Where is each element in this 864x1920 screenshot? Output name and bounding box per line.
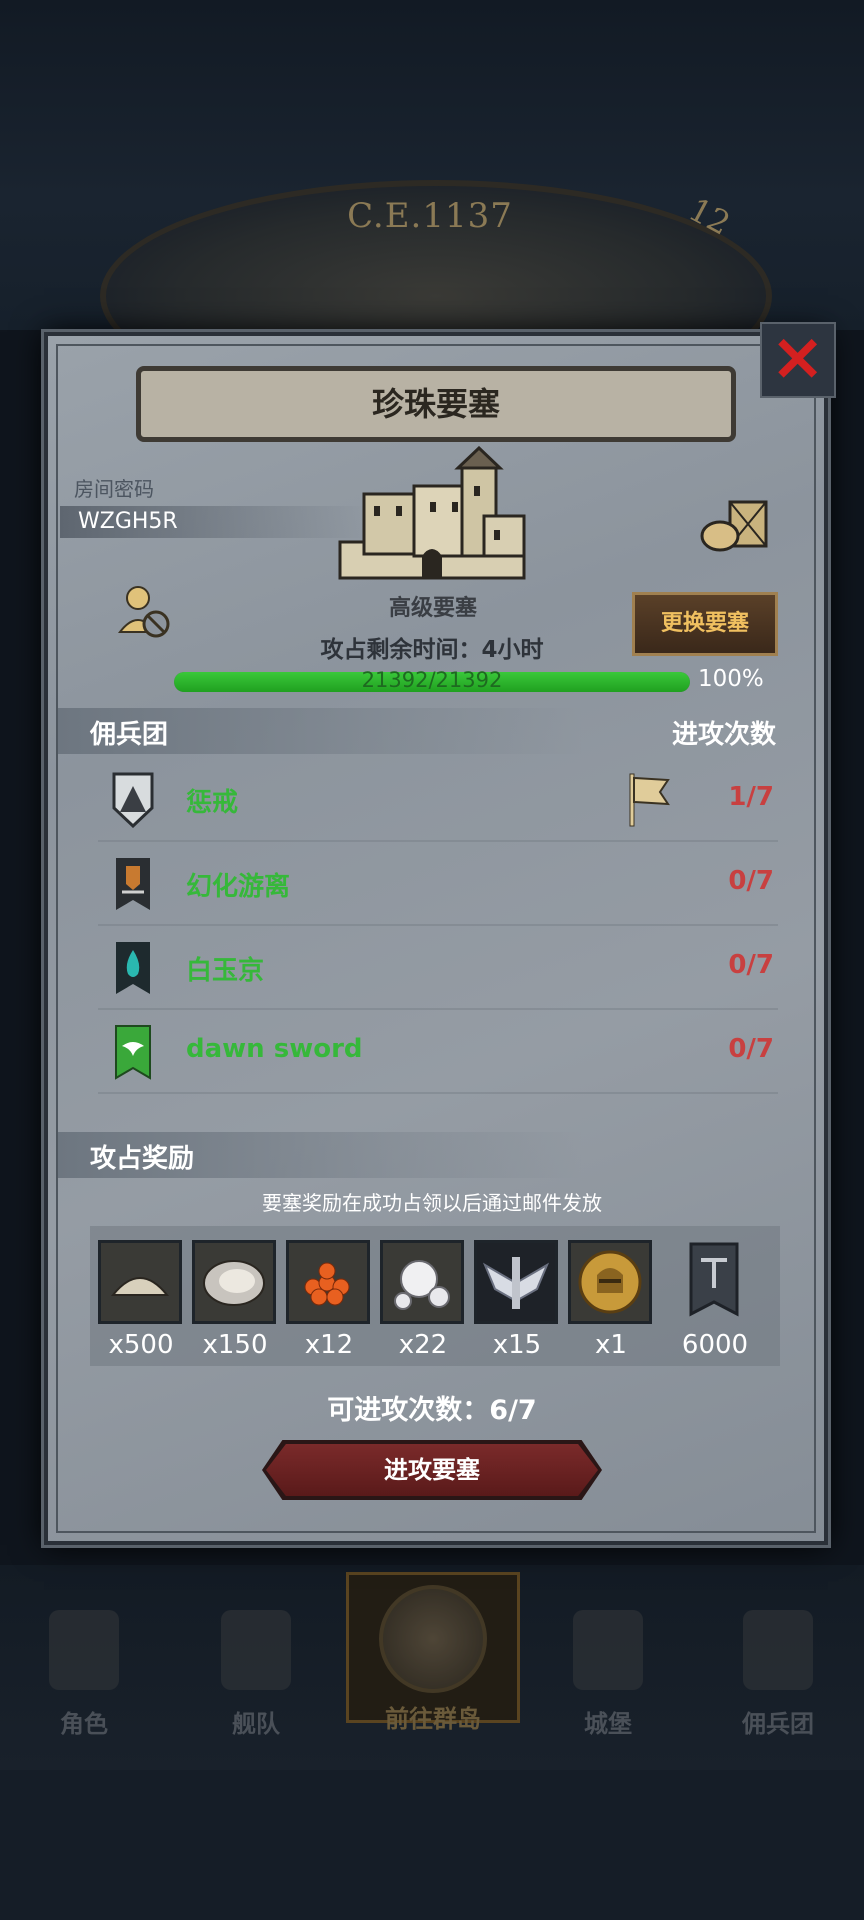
- knight-icon: [49, 1610, 119, 1690]
- supply-bag-icon[interactable]: [700, 498, 770, 552]
- mercenary-name: 白玉京: [186, 956, 265, 986]
- mercenary-attack-count: 0/7: [728, 950, 774, 980]
- castle-icon: [573, 1610, 643, 1690]
- reward-qty: 6000: [681, 1330, 749, 1360]
- fish-roe-icon: [286, 1240, 370, 1324]
- era-year: C.E.1137: [347, 196, 513, 236]
- reward-item[interactable]: x15: [474, 1240, 560, 1360]
- reward-qty: x15: [492, 1330, 542, 1360]
- nav-label: 舰队: [232, 1710, 280, 1738]
- fortress-type: 高级要塞: [388, 596, 477, 621]
- close-icon: ×: [770, 318, 826, 395]
- nav-item-fleet[interactable]: 舰队: [196, 1600, 316, 1750]
- mercenary-row[interactable]: 幻化游离 0/7: [58, 842, 808, 926]
- reward-qty: x1: [595, 1330, 627, 1360]
- room-code-value: WZGH5R: [60, 506, 368, 538]
- attack-count-header-label: 进攻次数: [671, 720, 776, 750]
- rewards-header-label: 攻占奖励: [90, 1144, 195, 1174]
- shield-mountain-icon: [112, 772, 154, 828]
- mercenary-row[interactable]: 白玉京 0/7: [58, 926, 808, 1010]
- mercenary-attack-count: 0/7: [728, 866, 774, 896]
- dialog-title: 珍珠要塞: [136, 366, 736, 442]
- nav-label: 前往群岛: [385, 1705, 481, 1733]
- mercenary-name: dawn sword: [186, 1034, 363, 1064]
- reward-qty: x12: [304, 1330, 354, 1360]
- rewards-section-header: 攻占奖励: [58, 1132, 808, 1178]
- reward-qty: x500: [108, 1330, 174, 1360]
- occupy-time-remaining: 攻占剩余时间：4小时: [320, 637, 544, 663]
- flour-icon: [98, 1240, 182, 1324]
- attack-fortress-button[interactable]: 进攻要塞: [266, 1444, 598, 1496]
- hp-percent: 100%: [698, 666, 764, 692]
- no-user-icon[interactable]: [114, 582, 174, 642]
- attacks-remaining: 可进攻次数：6/7: [327, 1395, 537, 1426]
- ship-icon: [221, 1610, 291, 1690]
- mercenary-header-label: 佣兵团: [90, 720, 169, 750]
- reward-item[interactable]: x1: [568, 1240, 654, 1360]
- reward-item[interactable]: x22: [380, 1240, 466, 1360]
- flag-icon: [629, 773, 670, 827]
- compass-icon: [379, 1585, 487, 1693]
- change-fortress-button[interactable]: 更换要塞: [632, 592, 778, 656]
- nav-label: 佣兵团: [742, 1710, 814, 1738]
- reward-item[interactable]: x500: [98, 1240, 184, 1360]
- mercenary-icon: [743, 1610, 813, 1690]
- mercenary-attack-count: 0/7: [728, 1034, 774, 1064]
- nav-item-character[interactable]: 角色: [24, 1600, 144, 1750]
- mercenary-attack-count: 1/7: [728, 782, 774, 812]
- fortress-castle-icon: [338, 446, 526, 580]
- reward-item[interactable]: x12: [286, 1240, 372, 1360]
- banner-flame-icon: [116, 942, 150, 994]
- mercenary-row[interactable]: 惩戒 1/7: [58, 758, 808, 842]
- knight-helmet-coin-icon: [568, 1240, 652, 1324]
- nav-item-castle[interactable]: 城堡: [548, 1600, 668, 1750]
- mercenary-row[interactable]: dawn sword 0/7: [58, 1010, 808, 1094]
- nav-label: 城堡: [584, 1710, 632, 1738]
- winged-emblem-icon: [474, 1240, 558, 1324]
- room-code-label: 房间密码: [74, 477, 154, 501]
- pearl-icon: [380, 1240, 464, 1324]
- rewards-note: 要塞奖励在成功占领以后通过邮件发放: [262, 1191, 602, 1215]
- mercenary-section-header: 佣兵团 进攻次数: [58, 708, 808, 754]
- bottom-bar: [0, 1770, 864, 1920]
- hp-value: 21392/21392: [361, 668, 503, 692]
- row-divider: [98, 1092, 778, 1094]
- mercenary-name: 惩戒: [186, 788, 239, 818]
- reward-qty: x22: [398, 1330, 448, 1360]
- nav-label: 角色: [60, 1710, 108, 1738]
- nav-item-islands[interactable]: 前往群岛: [346, 1572, 520, 1733]
- banner-icon: [672, 1240, 756, 1324]
- mercenary-name: 幻化游离: [186, 872, 291, 902]
- nav-item-mercenary[interactable]: 佣兵团: [718, 1600, 838, 1750]
- reward-item[interactable]: 6000: [672, 1240, 758, 1360]
- banner-crest-icon: [116, 858, 150, 910]
- reward-qty: x150: [202, 1330, 268, 1360]
- oyster-icon: [192, 1240, 276, 1324]
- reward-item[interactable]: x150: [192, 1240, 278, 1360]
- banner-dove-icon: [115, 1025, 151, 1080]
- close-button[interactable]: ×: [760, 322, 836, 398]
